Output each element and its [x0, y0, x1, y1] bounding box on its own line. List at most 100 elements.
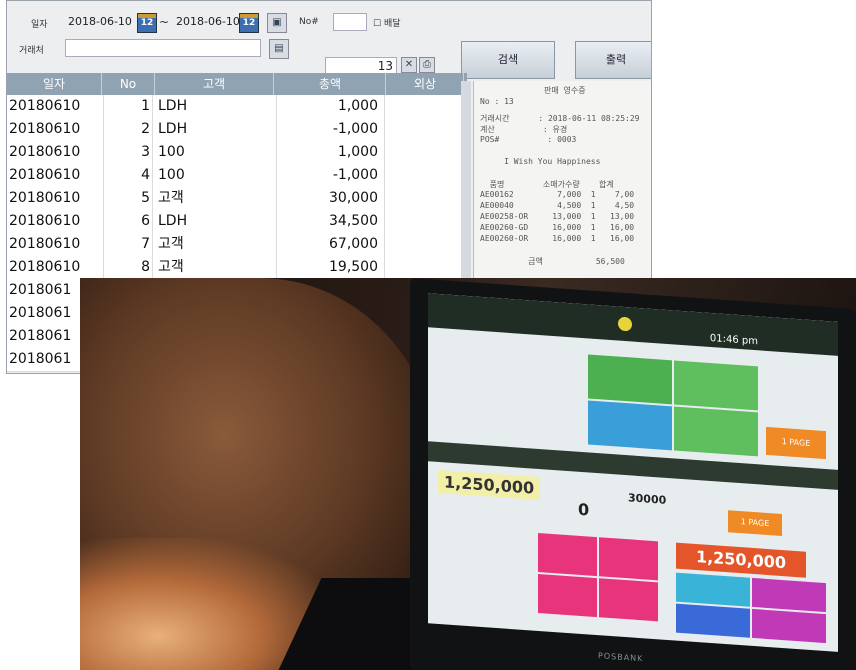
logo-icon	[618, 316, 632, 332]
excel-icon[interactable]: ✕	[401, 57, 417, 73]
column-header-no[interactable]: No	[102, 73, 155, 95]
cell-customer: LDH	[155, 118, 277, 141]
screen-header: 01:46 pm	[428, 293, 838, 356]
no-label: No#	[299, 17, 319, 27]
brand-label: POSBANK	[598, 651, 644, 664]
partner-label: 거래처	[19, 46, 44, 56]
cell-credit	[387, 256, 464, 279]
cell-date: 20180610	[7, 164, 104, 187]
receipt-line: AE00260-GD 16,000 1 16,00	[480, 223, 635, 232]
cell-no: 8	[103, 256, 153, 279]
calendar-from-icon[interactable]: 12	[137, 13, 157, 33]
table-row[interactable]: 20180610 1 LDH 1,000	[7, 95, 467, 119]
date-label: 일자	[31, 20, 48, 30]
receipt-line: AE00040 4,500 1 4,50	[480, 201, 635, 210]
receipt-line: AE00260-OR 16,000 1 16,00	[480, 234, 635, 243]
cell-customer: 고객	[155, 187, 277, 210]
table-row[interactable]: 20180610 4 100 -1,000	[7, 164, 467, 188]
receipt-line: AE00162 7,000 1 7,00	[480, 190, 635, 199]
menu-grid	[588, 354, 758, 457]
delivery-checkbox[interactable]: ☐ 배달	[373, 16, 401, 29]
page-button[interactable]: 1 PAGE	[766, 426, 826, 460]
receipt-line: 품명 소매가수량 합계	[480, 180, 614, 189]
cell-customer: LDH	[155, 95, 277, 118]
payment-tile[interactable]	[599, 537, 658, 581]
table-row[interactable]: 20180610 7 고객 67,000	[7, 233, 467, 257]
cell-date: 20180610	[7, 141, 104, 164]
search-button[interactable]: 검색	[461, 41, 555, 79]
grand-total-display: 1,250,000	[676, 542, 806, 578]
receipt-line: POS# : 0003	[480, 135, 577, 144]
column-header-date[interactable]: 일자	[7, 73, 102, 95]
cell-total: 30,000	[275, 187, 385, 210]
cell-no: 2	[103, 118, 153, 141]
zero-display: 0	[578, 499, 590, 520]
cell-total: 34,500	[275, 210, 385, 233]
print-button[interactable]: 출력	[575, 41, 651, 79]
table-row[interactable]: 20180610 3 100 1,000	[7, 141, 467, 165]
cell-date: 20180610	[7, 118, 104, 141]
column-header-total[interactable]: 총액	[275, 73, 386, 95]
table-row[interactable]: 20180610 6 LDH 34,500	[7, 210, 467, 234]
cell-no: 3	[103, 141, 153, 164]
cell-customer: 고객	[155, 233, 277, 256]
date-to-field[interactable]: 2018-06-10	[173, 13, 243, 31]
table-row[interactable]: 20180610 5 고객 30,000	[7, 187, 467, 211]
menu-tile[interactable]	[588, 400, 672, 451]
cell-credit	[387, 187, 464, 210]
payment-grid	[538, 532, 658, 622]
cell-date: 20180610	[7, 187, 104, 210]
payment-tile[interactable]	[538, 573, 597, 618]
cell-credit	[387, 118, 464, 141]
receipt-line: 계산 : 유경	[480, 125, 568, 134]
receipt-line: 거래시간 : 2018-06-11 08:25:29	[480, 114, 640, 123]
menu-tile[interactable]	[674, 360, 758, 411]
cell-date: 20180610	[7, 210, 104, 233]
printer-icon[interactable]: ⎙	[419, 57, 435, 73]
cell-credit	[387, 233, 464, 256]
cell-total: -1,000	[275, 164, 385, 187]
partner-field[interactable]	[65, 39, 261, 57]
cell-no: 5	[103, 187, 153, 210]
cell-total: 19,500	[275, 256, 385, 279]
table-row[interactable]: 20180610 8 고객 19,500	[7, 256, 467, 280]
date-from-field[interactable]: 2018-06-10	[65, 13, 135, 31]
cell-date: 20180610	[7, 233, 104, 256]
receipt-line: AE00258-OR 13,000 1 13,00	[480, 212, 635, 221]
payment-tile[interactable]	[599, 578, 658, 622]
cell-credit	[387, 210, 464, 233]
subtotal-display: 1,250,000	[438, 469, 541, 501]
column-header-credit[interactable]: 외상	[387, 73, 464, 95]
option-tile[interactable]	[752, 608, 826, 644]
option-tile[interactable]	[752, 577, 826, 613]
date-range-separator: ~	[159, 15, 170, 29]
cell-customer: 100	[155, 164, 277, 187]
cell-credit	[387, 164, 464, 187]
option-tile[interactable]	[676, 603, 750, 638]
no-field[interactable]	[333, 13, 367, 31]
pos-screen: 01:46 pm 1 PAGE 1,250,000 0 30000 1 PAGE…	[428, 293, 838, 652]
receipt-no: No : 13	[480, 97, 514, 106]
option-grid	[676, 572, 826, 644]
menu-tile[interactable]	[674, 406, 758, 457]
cell-total: 67,000	[275, 233, 385, 256]
pos-terminal-photo: 01:46 pm 1 PAGE 1,250,000 0 30000 1 PAGE…	[80, 278, 856, 670]
option-tile[interactable]	[676, 572, 750, 607]
cell-total: 1,000	[275, 141, 385, 164]
cell-credit	[387, 141, 464, 164]
pos-monitor-image: 01:46 pm 1 PAGE 1,250,000 0 30000 1 PAGE…	[410, 278, 856, 670]
column-header-customer[interactable]: 고객	[155, 73, 274, 95]
document-icon[interactable]: ▤	[269, 39, 289, 59]
payment-tile[interactable]	[538, 532, 597, 577]
cell-no: 6	[103, 210, 153, 233]
amount-display: 30000	[628, 491, 667, 507]
cell-customer: 100	[155, 141, 277, 164]
cell-credit	[387, 95, 464, 118]
page-button-2[interactable]: 1 PAGE	[728, 510, 782, 537]
cell-no: 1	[103, 95, 153, 118]
calendar-to-icon[interactable]: 12	[239, 13, 259, 33]
table-row[interactable]: 20180610 2 LDH -1,000	[7, 118, 467, 142]
menu-tile[interactable]	[588, 354, 672, 405]
image-icon[interactable]: ▣	[267, 13, 287, 33]
cell-no: 4	[103, 164, 153, 187]
